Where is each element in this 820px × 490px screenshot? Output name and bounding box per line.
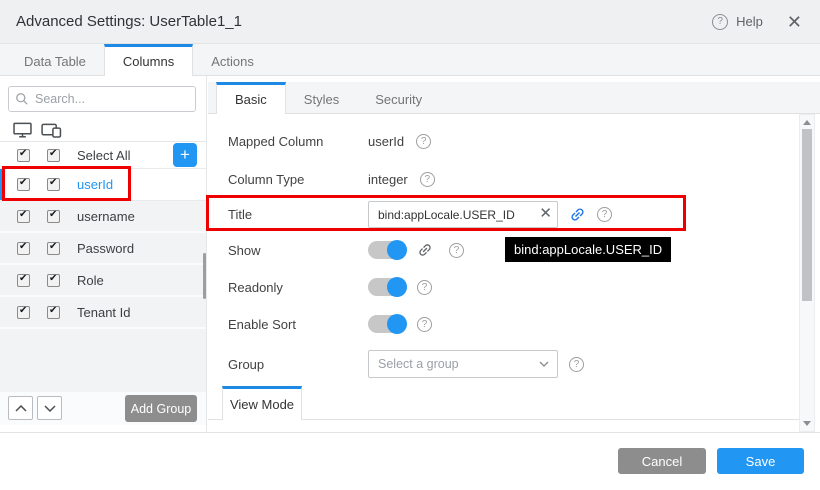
mapped-column-help-icon[interactable]: ? bbox=[416, 134, 431, 149]
search-icon bbox=[15, 92, 29, 106]
dialog-footer: Cancel Save bbox=[0, 432, 820, 490]
username-checkbox-mobile[interactable] bbox=[47, 210, 60, 223]
clear-icon[interactable]: ✕ bbox=[539, 206, 552, 221]
group-help-icon[interactable]: ? bbox=[569, 357, 584, 372]
title-input[interactable] bbox=[368, 201, 558, 228]
column-type-row: Column Type integer ? bbox=[228, 169, 784, 189]
group-row: Group Select a group ? bbox=[228, 350, 784, 378]
cancel-button[interactable]: Cancel bbox=[618, 448, 706, 474]
column-label: Tenant Id bbox=[77, 305, 131, 320]
username-checkbox-desktop[interactable] bbox=[17, 210, 30, 223]
mapped-column-row: Mapped Column userId ? bbox=[228, 131, 784, 151]
group-label: Group bbox=[228, 357, 368, 372]
add-column-button[interactable]: + bbox=[173, 143, 197, 167]
role-checkbox-mobile[interactable] bbox=[47, 274, 60, 287]
column-row-tenant-id[interactable]: Tenant Id bbox=[0, 297, 206, 329]
sidebar-bottom-bar: Add Group bbox=[0, 392, 206, 425]
scrollbar-thumb[interactable] bbox=[802, 129, 812, 301]
tab-styles[interactable]: Styles bbox=[286, 82, 357, 113]
search-box bbox=[8, 86, 196, 112]
column-type-help-icon[interactable]: ? bbox=[420, 172, 435, 187]
select-all-label: Select All bbox=[77, 148, 130, 163]
add-group-button[interactable]: Add Group bbox=[125, 395, 197, 422]
chevron-down-icon bbox=[539, 361, 549, 367]
column-row-role[interactable]: Role bbox=[0, 265, 206, 297]
tab-data-table[interactable]: Data Table bbox=[6, 44, 104, 75]
group-select[interactable]: Select a group bbox=[368, 350, 558, 378]
dialog-title: Advanced Settings: UserTable1_1 bbox=[16, 13, 242, 30]
show-toggle[interactable] bbox=[368, 241, 406, 259]
columns-sidebar: Select All + userId username bbox=[0, 76, 207, 432]
enable-sort-label: Enable Sort bbox=[228, 317, 368, 332]
move-up-button[interactable] bbox=[8, 396, 33, 420]
mapped-column-value: userId bbox=[368, 134, 404, 149]
help-link[interactable]: Help bbox=[736, 14, 763, 29]
enable-sort-row: Enable Sort ? bbox=[228, 314, 784, 334]
tab-view-mode[interactable]: View Mode bbox=[222, 386, 302, 420]
readonly-row: Readonly ? bbox=[228, 277, 784, 297]
userid-checkbox-mobile[interactable] bbox=[47, 178, 60, 191]
close-icon[interactable]: ✕ bbox=[785, 13, 804, 31]
column-label: Password bbox=[77, 241, 134, 256]
title-label: Title bbox=[228, 207, 368, 222]
column-label: username bbox=[77, 209, 135, 224]
select-all-checkbox-mobile[interactable] bbox=[47, 149, 60, 162]
title-row: Title ✕ ? bbox=[228, 201, 784, 228]
scroll-up-icon[interactable] bbox=[803, 120, 811, 125]
mapped-column-label: Mapped Column bbox=[228, 134, 368, 149]
password-checkbox-mobile[interactable] bbox=[47, 242, 60, 255]
column-row-password[interactable]: Password bbox=[0, 233, 206, 265]
show-label: Show bbox=[228, 243, 368, 258]
select-all-checkbox-desktop[interactable] bbox=[17, 149, 30, 162]
bind-link-icon[interactable] bbox=[569, 206, 586, 223]
desktop-icon[interactable] bbox=[13, 122, 32, 138]
tab-basic[interactable]: Basic bbox=[216, 82, 286, 114]
tenantid-checkbox-mobile[interactable] bbox=[47, 306, 60, 319]
enable-sort-toggle[interactable] bbox=[368, 315, 406, 333]
column-type-label: Column Type bbox=[228, 172, 368, 187]
search-input[interactable] bbox=[8, 86, 196, 112]
dialog-body: Select All + userId username bbox=[0, 76, 820, 432]
show-help-icon[interactable]: ? bbox=[449, 243, 464, 258]
column-row-userid[interactable]: userId bbox=[0, 169, 206, 201]
readonly-help-icon[interactable]: ? bbox=[417, 280, 432, 295]
column-list: Select All + userId username bbox=[0, 142, 206, 392]
mobile-devices-icon[interactable] bbox=[41, 122, 62, 138]
tab-columns[interactable]: Columns bbox=[104, 44, 193, 76]
save-button[interactable]: Save bbox=[717, 448, 804, 474]
header-actions: ? Help ✕ bbox=[712, 13, 804, 31]
readonly-toggle[interactable] bbox=[368, 278, 406, 296]
userid-checkbox-desktop[interactable] bbox=[17, 178, 30, 191]
dialog-header: Advanced Settings: UserTable1_1 ? Help ✕ bbox=[0, 0, 820, 44]
title-input-wrap: ✕ bbox=[368, 201, 558, 228]
column-label: Role bbox=[77, 273, 104, 288]
group-select-placeholder: Select a group bbox=[378, 357, 459, 371]
column-label: userId bbox=[77, 177, 113, 192]
panel-scrollbar[interactable] bbox=[799, 114, 815, 432]
panel-tabbar: Basic Styles Security bbox=[208, 82, 820, 114]
password-checkbox-desktop[interactable] bbox=[17, 242, 30, 255]
show-bind-link-icon[interactable] bbox=[417, 242, 433, 258]
column-type-value: integer bbox=[368, 172, 408, 187]
enable-sort-help-icon[interactable]: ? bbox=[417, 317, 432, 332]
help-icon[interactable]: ? bbox=[712, 14, 728, 30]
device-toggle-row bbox=[0, 118, 206, 142]
select-all-row[interactable]: Select All + bbox=[0, 142, 206, 169]
advanced-settings-dialog: Advanced Settings: UserTable1_1 ? Help ✕… bbox=[0, 0, 820, 490]
readonly-label: Readonly bbox=[228, 280, 368, 295]
main-tabbar: Data Table Columns Actions bbox=[0, 44, 820, 76]
scroll-down-icon[interactable] bbox=[803, 421, 811, 426]
move-down-button[interactable] bbox=[37, 396, 62, 420]
selected-indicator bbox=[0, 169, 3, 200]
column-row-username[interactable]: username bbox=[0, 201, 206, 233]
title-help-icon[interactable]: ? bbox=[597, 207, 612, 222]
bind-tooltip: bind:appLocale.USER_ID bbox=[505, 237, 671, 262]
sidebar-scrollbar[interactable] bbox=[203, 253, 206, 299]
role-checkbox-desktop[interactable] bbox=[17, 274, 30, 287]
tab-security[interactable]: Security bbox=[357, 82, 440, 113]
tenantid-checkbox-desktop[interactable] bbox=[17, 306, 30, 319]
tab-actions[interactable]: Actions bbox=[193, 44, 272, 75]
